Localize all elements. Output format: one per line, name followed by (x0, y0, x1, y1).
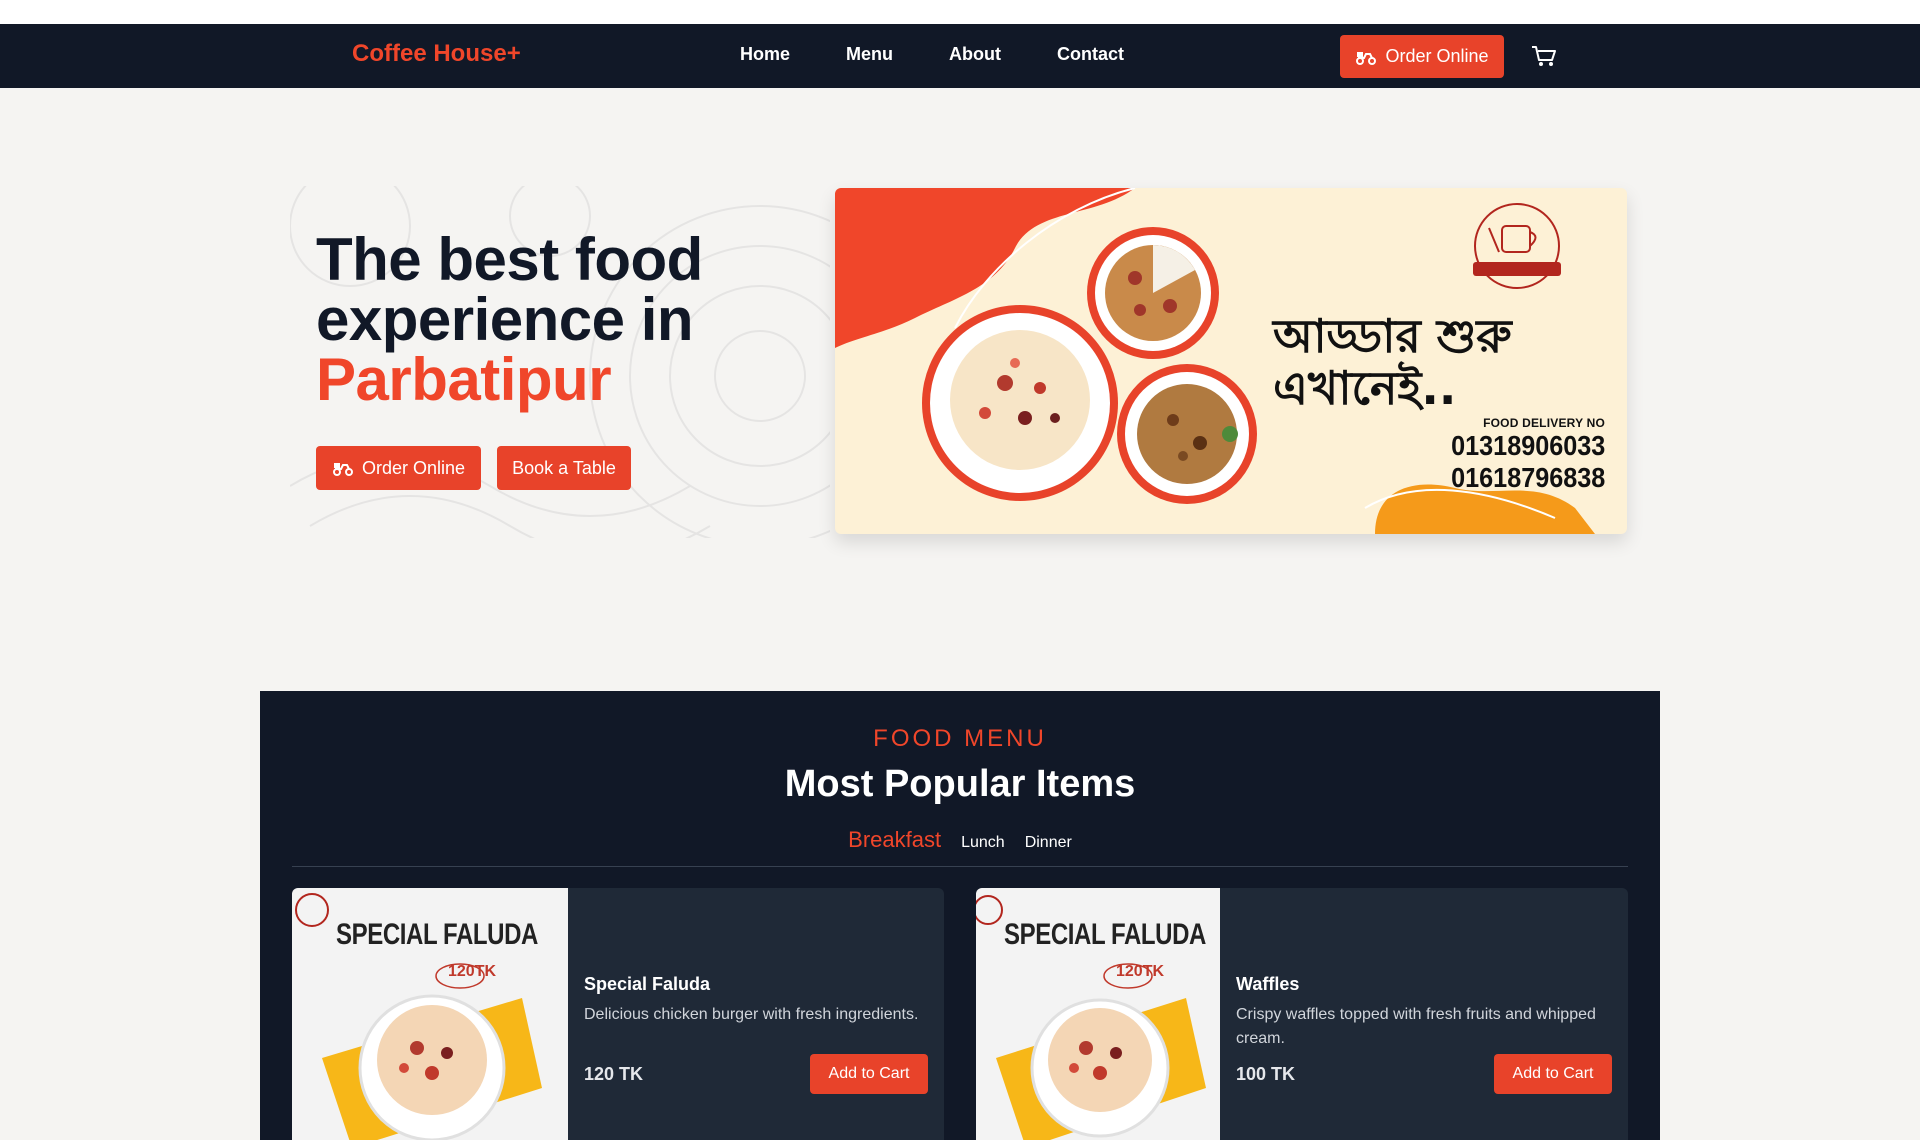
menu-tabs: Breakfast Lunch Dinner (260, 827, 1660, 853)
nav-order-online-label: Order Online (1385, 46, 1489, 66)
promo-banner: আড্ডার শুরু এখানেই.. FOOD DELIVERY NO 01… (835, 188, 1627, 534)
menu-item-card: SPECIAL FALUDA 120TK Special Faluda Deli… (292, 888, 944, 1140)
book-table-button[interactable]: Book a Table (497, 446, 631, 490)
tab-dinner[interactable]: Dinner (1025, 834, 1072, 852)
nav-order-online-button[interactable]: Order Online (1340, 35, 1504, 78)
food-menu-section: FOOD MENU Most Popular Items Breakfast L… (260, 691, 1660, 1140)
nav-links: Home Menu About Contact (740, 44, 1180, 65)
menu-item-image-title: SPECIAL FALUDA (336, 918, 538, 951)
scooter-icon (332, 463, 353, 476)
menu-item-image-price: 120TK (1116, 963, 1165, 980)
tab-lunch[interactable]: Lunch (961, 834, 1005, 852)
menu-item-body: Waffles Crispy waffles topped with fresh… (1236, 974, 1614, 1051)
banner-delivery-info: FOOD DELIVERY NO 01318906033 01618796838 (1434, 416, 1605, 494)
menu-item-image: SPECIAL FALUDA 120TK (976, 888, 1220, 1140)
nav-link-about[interactable]: About (949, 44, 1001, 65)
banner-tagline-line1: আড্ডার শুরু (1273, 309, 1512, 363)
menu-item-name: Waffles (1236, 974, 1300, 994)
menu-item-image-price: 120TK (448, 963, 497, 980)
delivery-label: FOOD DELIVERY NO (1483, 416, 1605, 430)
menu-item-body: Special Faluda Delicious chicken burger … (584, 974, 930, 1027)
banner-tagline: আড্ডার শুরু এখানেই.. (1273, 310, 1512, 414)
navbar: Coffee House+ Home Menu About Contact Or… (0, 24, 1920, 88)
pizza-image (1087, 227, 1219, 359)
nav-link-menu[interactable]: Menu (846, 44, 893, 65)
delivery-phone-1: 01318906033 (1450, 430, 1605, 461)
book-table-label: Book a Table (512, 457, 616, 478)
banner-tagline-line2: এখানেই.. (1273, 361, 1457, 415)
browser-top-strip (0, 0, 1920, 24)
add-to-cart-button[interactable]: Add to Cart (1494, 1054, 1612, 1094)
add-to-cart-button[interactable]: Add to Cart (810, 1054, 928, 1094)
menu-item-description: Crispy waffles topped with fresh fruits … (1236, 1006, 1596, 1047)
menu-heading: Most Popular Items (784, 763, 1136, 805)
menu-item-image-title: SPECIAL FALUDA (1004, 918, 1206, 951)
tab-breakfast[interactable]: Breakfast (848, 827, 941, 853)
faluda-bowl-image (922, 305, 1118, 501)
cart-icon[interactable] (1530, 44, 1558, 68)
scooter-icon (1356, 51, 1377, 65)
tabs-divider (292, 866, 1628, 867)
hero-heading-line2: experience in (316, 286, 694, 353)
nav-link-contact[interactable]: Contact (1057, 44, 1124, 65)
delivery-phone-2: 01618796838 (1450, 462, 1605, 493)
brand-logo[interactable]: Coffee House+ (352, 40, 521, 68)
menu-item-image: SPECIAL FALUDA 120TK (292, 888, 568, 1140)
hero-heading-line1: The best food (316, 226, 703, 293)
menu-item-price: 100 TK (1236, 1064, 1296, 1084)
menu-item-name: Special Faluda (584, 974, 711, 994)
biryani-image (1117, 364, 1257, 504)
menu-eyebrow: FOOD MENU (873, 725, 1047, 752)
hero-heading-accent: Parbatipur (316, 346, 612, 413)
menu-item-description: Delicious chicken burger with fresh ingr… (584, 1006, 919, 1023)
hero-heading: The best food experience in Parbatipur (316, 230, 703, 410)
menu-item-card: SPECIAL FALUDA 120TK Waffles Crispy waff… (976, 888, 1628, 1140)
coffee-house-logo (1467, 198, 1567, 298)
hero-order-online-label: Order Online (361, 457, 466, 478)
nav-link-home[interactable]: Home (740, 44, 790, 65)
menu-item-price: 120 TK (584, 1064, 644, 1084)
hero-order-online-button[interactable]: Order Online (316, 446, 481, 490)
